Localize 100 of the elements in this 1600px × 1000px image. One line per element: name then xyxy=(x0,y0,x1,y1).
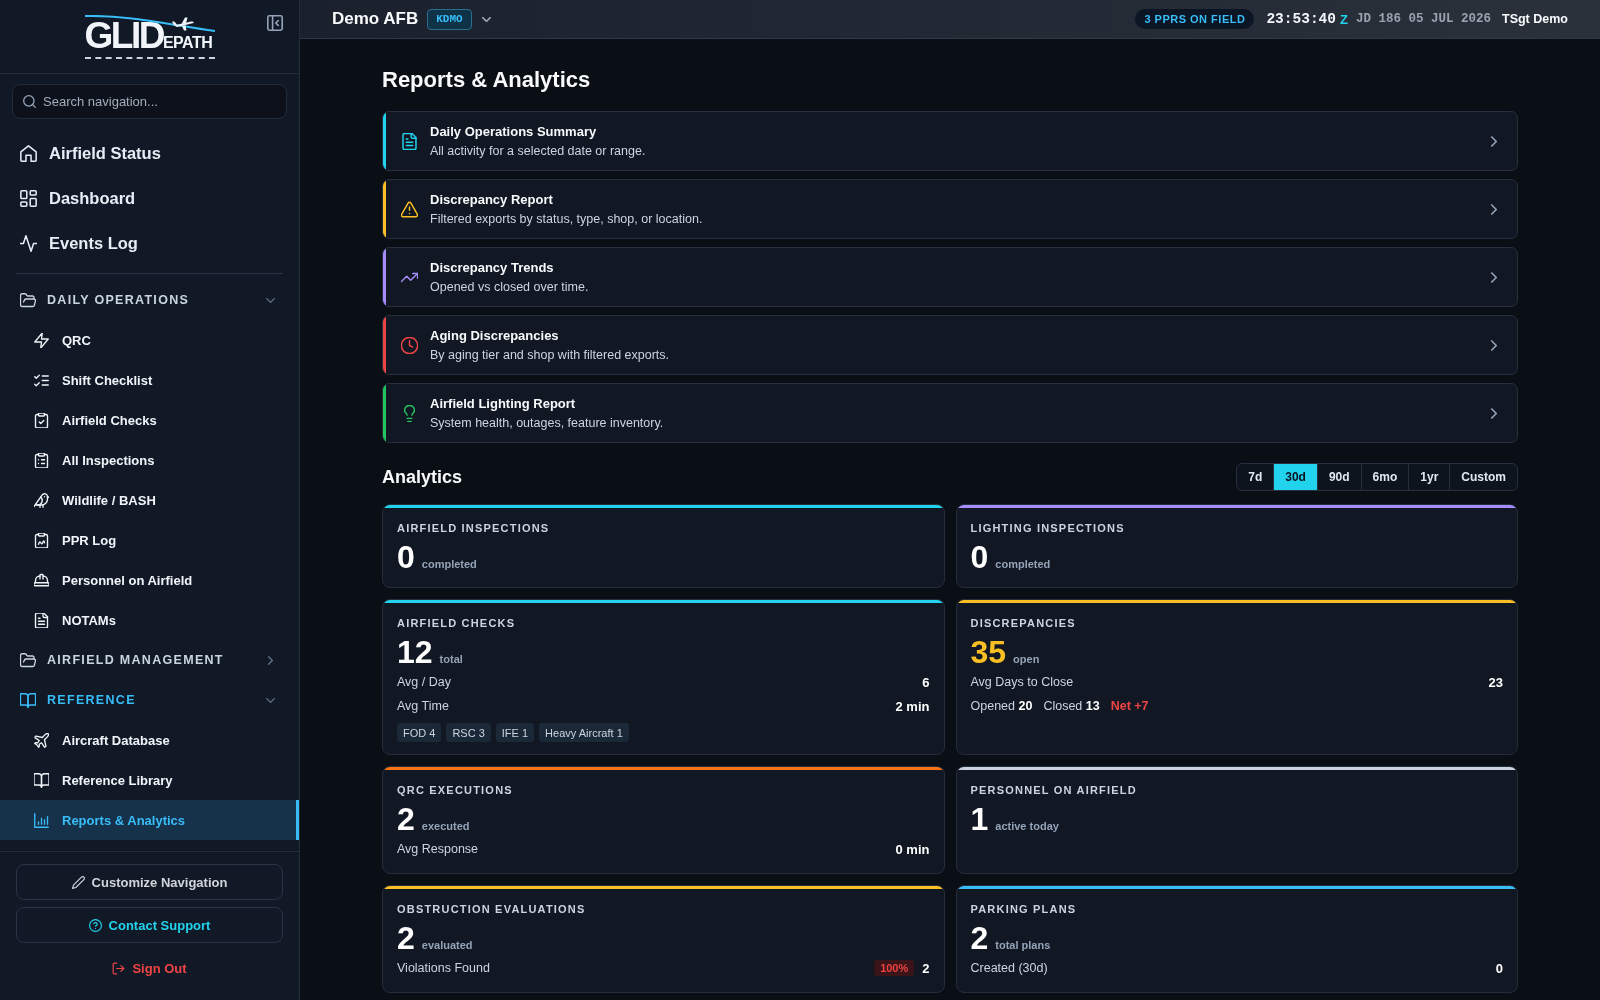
nav-item[interactable]: Dashboard xyxy=(0,176,299,221)
report-title: Daily Operations Summary xyxy=(430,122,598,140)
chevron-right-icon xyxy=(1491,339,1497,351)
nav-group-header[interactable]: AIRFIELD MANAGEMENT xyxy=(0,640,299,680)
metric-value: 0 xyxy=(397,539,415,575)
chevron-right-icon xyxy=(1491,135,1497,147)
percent-badge: 100% xyxy=(874,960,915,976)
row-label: Avg Time xyxy=(397,699,449,713)
clipboard-icon xyxy=(34,532,49,548)
base-name: Demo AFB xyxy=(332,9,419,29)
card-title: OBSTRUCTION EVALUATIONS xyxy=(397,902,587,916)
report-title: Airfield Lighting Report xyxy=(430,394,577,412)
metric-unit: completed xyxy=(421,558,477,570)
folder-icon xyxy=(20,292,36,308)
nav-item[interactable]: Reference Library xyxy=(0,760,299,800)
row-value: 2 min xyxy=(895,698,930,714)
card-title: PERSONNEL ON AIRFIELD xyxy=(970,783,1138,797)
tally-text: Closed 13 xyxy=(1043,699,1100,713)
row-value: 0 min xyxy=(895,841,930,857)
nav-item[interactable]: Aircraft Database xyxy=(0,720,299,760)
tally-text: Opened 20 xyxy=(970,699,1033,713)
pulse-icon xyxy=(20,235,37,252)
panel-collapse-icon[interactable] xyxy=(267,15,283,31)
metric-value: 0 xyxy=(970,539,989,575)
user-name[interactable]: TSgt Demo xyxy=(1502,12,1568,26)
zulu-time: 23:53:40 xyxy=(1266,11,1337,27)
row-value: 2 xyxy=(922,960,930,976)
nav-item[interactable]: QRC xyxy=(0,320,299,360)
range-tab[interactable]: 90d xyxy=(1317,464,1362,490)
nav-item[interactable]: Events Log xyxy=(0,221,299,266)
report-title: Aging Discrepancies xyxy=(430,326,560,344)
hard-hat-icon xyxy=(34,572,49,588)
report-description: By aging tier and shop with filtered exports. xyxy=(430,346,671,364)
nav-item[interactable]: Shift Checklist xyxy=(0,360,299,400)
report-description: All activity for a selected date or range. xyxy=(430,142,647,160)
julian-date: JD 186 05 JUL 2026 xyxy=(1356,12,1491,26)
metric-unit: active today xyxy=(995,820,1059,832)
row-label: Avg Response xyxy=(397,842,479,856)
pencil-icon xyxy=(71,875,85,889)
help-icon xyxy=(88,918,102,932)
category-tag: Heavy Aircraft 1 xyxy=(539,723,629,742)
ppr-status-pill[interactable]: 3 PPRS ON FIELD xyxy=(1135,9,1255,29)
grid-icon xyxy=(20,190,37,207)
section-title: Analytics xyxy=(382,466,463,488)
row-value: 0 xyxy=(1495,960,1503,976)
metric-unit: completed xyxy=(995,558,1051,570)
row-label: Avg Days to Close xyxy=(970,675,1074,689)
card-title: QRC EXECUTIONS xyxy=(397,783,514,797)
nav-item[interactable]: PPR Log xyxy=(0,520,299,560)
nav-item[interactable]: Reports & Analytics xyxy=(0,800,299,840)
metric-unit: total xyxy=(439,653,463,665)
chevron-right-icon xyxy=(1491,271,1497,283)
card-title: PARKING PLANS xyxy=(970,902,1078,916)
search-icon xyxy=(23,95,36,108)
nav-item[interactable]: Wildlife / BASH xyxy=(0,480,299,520)
range-tab[interactable]: 6mo xyxy=(1361,464,1410,490)
home-icon xyxy=(20,145,37,162)
document-icon xyxy=(34,612,49,628)
nav-group-header[interactable]: REFERENCE xyxy=(0,680,299,720)
clock-icon xyxy=(401,336,418,354)
lightning-icon xyxy=(34,332,49,348)
report-card[interactable]: Airfield Lighting Report System health, outages, feature inventory. xyxy=(382,383,1518,443)
nav-item[interactable]: Personnel on Airfield xyxy=(0,560,299,600)
report-card[interactable]: Daily Operations Summary All activity for a selected date or range. xyxy=(382,111,1518,171)
nav-item[interactable]: Airfield Checks xyxy=(0,400,299,440)
document-icon xyxy=(401,132,418,150)
nav-item[interactable]: Airfield Status xyxy=(0,131,299,176)
sign-out-button[interactable]: Sign Out xyxy=(108,950,191,986)
search-field[interactable]: Search navigation... xyxy=(12,84,287,119)
range-tab[interactable]: Custom xyxy=(1450,464,1517,490)
row-label: Violations Found xyxy=(397,961,490,975)
time-zone-label: Z xyxy=(1340,11,1348,27)
chevron-down-icon[interactable] xyxy=(481,16,491,22)
bar-chart-icon xyxy=(34,812,49,828)
nav-group-header[interactable]: DAILY OPERATIONS xyxy=(0,280,299,320)
row-value: 6 xyxy=(922,674,930,690)
book-icon xyxy=(20,692,36,708)
card-title: DISCREPANCIES xyxy=(970,616,1077,630)
report-title: Discrepancy Trends xyxy=(430,258,555,276)
report-description: Filtered exports by status, type, shop, or location. xyxy=(430,210,704,228)
row-label: Created (30d) xyxy=(970,961,1048,975)
metric-value: 2 xyxy=(397,920,415,956)
metric-unit: executed xyxy=(421,820,470,832)
nav-item[interactable]: All Inspections xyxy=(0,440,299,480)
range-tab[interactable]: 1yr xyxy=(1409,464,1451,490)
range-tab[interactable]: 30d xyxy=(1274,464,1318,490)
report-description: Opened vs closed over time. xyxy=(430,278,590,296)
report-title: Discrepancy Report xyxy=(430,190,554,208)
report-card[interactable]: Discrepancy Report Filtered exports by status, type, shop, or location. xyxy=(382,179,1518,239)
folder-icon xyxy=(20,652,36,668)
clipboard-list-icon xyxy=(34,452,49,468)
report-card[interactable]: Discrepancy Trends Opened vs closed over time. xyxy=(382,247,1518,307)
row-label: Avg / Day xyxy=(397,675,451,689)
customize-button[interactable]: Customize Navigation xyxy=(16,864,283,900)
support-button[interactable]: Contact Support xyxy=(16,907,283,943)
row-value: 23 xyxy=(1488,674,1503,690)
page-title: Reports & Analytics xyxy=(382,66,592,94)
nav-item[interactable]: NOTAMs xyxy=(0,600,299,640)
report-card[interactable]: Aging Discrepancies By aging tier and shop with filtered exports. xyxy=(382,315,1518,375)
checklist-icon xyxy=(34,372,49,388)
